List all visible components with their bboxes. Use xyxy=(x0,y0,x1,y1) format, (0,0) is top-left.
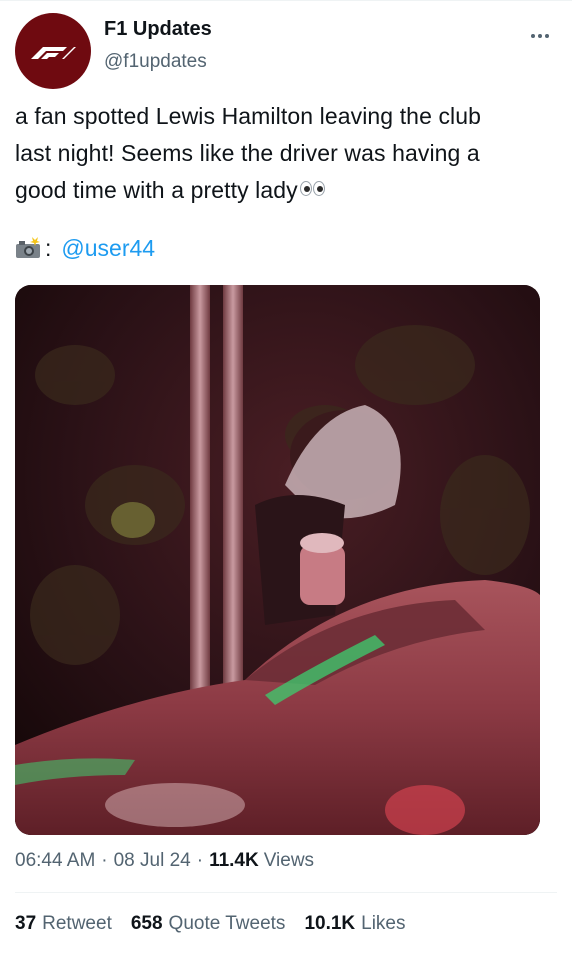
retweets-label: Retweet xyxy=(42,913,112,934)
quote-tweets-stat[interactable]: 658 Quote Tweets xyxy=(131,913,286,935)
views-count: 11.4K xyxy=(209,850,259,871)
camera-with-flash-icon xyxy=(16,237,40,258)
tweet-stats: 37 Retweet 658 Quote Tweets 10.1K Likes xyxy=(15,913,425,935)
tweet-text: a fan spotted Lewis Hamilton leaving the… xyxy=(15,98,560,209)
likes-label: Likes xyxy=(361,913,406,934)
avatar[interactable] xyxy=(15,13,91,89)
photo-credit: : @user44 xyxy=(15,232,155,264)
stats-divider xyxy=(15,892,557,893)
tweet-photo-image xyxy=(15,285,540,835)
credit-separator: : xyxy=(45,234,52,261)
tweet-text-line: good time with a pretty lady xyxy=(15,172,560,209)
tweet-text-line: a fan spotted Lewis Hamilton leaving the… xyxy=(15,103,482,129)
tweet-photo[interactable] xyxy=(15,285,540,835)
likes-count: 10.1K xyxy=(304,913,356,934)
author-handle[interactable]: @f1updates xyxy=(104,51,207,73)
f1-logo-icon xyxy=(31,47,76,59)
tweet-text-line-end: good time with a pretty lady xyxy=(15,177,298,203)
meta-separator: · xyxy=(101,850,108,871)
eyes-emoji-icon xyxy=(299,181,325,197)
tweet-meta: 06:44 AM · 08 Jul 24 · 11.4K Views xyxy=(15,850,314,872)
meta-separator: · xyxy=(196,850,204,871)
tweet-time[interactable]: 06:44 AM xyxy=(15,850,95,872)
quote-tweets-label: Quote Tweets xyxy=(168,913,286,934)
credit-mention-link[interactable]: @user44 xyxy=(61,235,155,262)
likes-stat[interactable]: 10.1K Likes xyxy=(304,913,405,935)
top-divider xyxy=(0,0,572,1)
tweet-text-line: last night! Seems like the driver was ha… xyxy=(15,140,480,166)
quote-tweets-count: 658 xyxy=(130,913,163,934)
tweet-date[interactable]: 08 Jul 24 xyxy=(114,850,191,872)
more-options-icon[interactable] xyxy=(528,26,552,46)
retweets-count: 37 xyxy=(15,913,37,934)
views-label: Views xyxy=(263,850,315,871)
author-name[interactable]: F1 Updates xyxy=(104,18,212,41)
retweets-stat[interactable]: 37 Retweet xyxy=(15,913,112,935)
